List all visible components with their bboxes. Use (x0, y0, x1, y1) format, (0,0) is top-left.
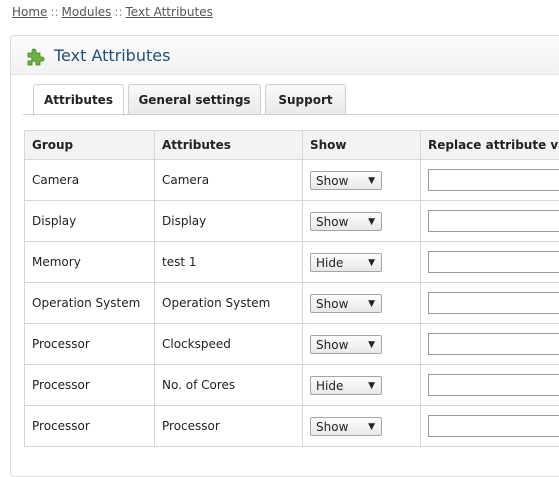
show-select[interactable]: Show ▼ (310, 335, 382, 354)
breadcrumb-home-link[interactable]: Home (12, 5, 47, 19)
tab-attributes[interactable]: Attributes (33, 84, 124, 116)
cell-attribute: Processor (155, 406, 303, 447)
show-select[interactable]: Show ▼ (310, 417, 382, 436)
cell-group: Processor (25, 324, 155, 365)
show-select-value: Show (316, 174, 348, 188)
dropdown-arrow-icon: ▼ (368, 378, 375, 394)
dropdown-arrow-icon: ▼ (368, 419, 375, 435)
table-row: Operation System Operation System Show ▼ (25, 283, 559, 324)
show-select-value: Show (316, 338, 348, 352)
puzzle-icon (25, 46, 45, 66)
table-row: Camera Camera Show ▼ (25, 160, 559, 201)
cell-attribute: Display (155, 201, 303, 242)
breadcrumb: Home::Modules::Text Attributes (12, 5, 213, 19)
replace-value-input[interactable] (428, 374, 559, 396)
table-row: Display Display Show ▼ (25, 201, 559, 242)
breadcrumb-separator: :: (114, 5, 122, 19)
cell-show: Show ▼ (303, 324, 421, 365)
cell-replace (421, 406, 559, 447)
cell-attribute: Camera (155, 160, 303, 201)
cell-group: Processor (25, 406, 155, 447)
column-header-group: Group (25, 131, 155, 160)
breadcrumb-separator: :: (50, 5, 58, 19)
cell-replace (421, 201, 559, 242)
cell-group: Display (25, 201, 155, 242)
column-header-replace: Replace attribute value (421, 131, 559, 160)
cell-show: Show ▼ (303, 283, 421, 324)
cell-group: Processor (25, 365, 155, 406)
replace-value-input[interactable] (428, 333, 559, 355)
cell-replace (421, 283, 559, 324)
table-row: Processor Processor Show ▼ (25, 406, 559, 447)
replace-value-input[interactable] (428, 169, 559, 191)
show-select-value: Show (316, 215, 348, 229)
attributes-table: Group Attributes Show Replace attribute … (24, 130, 559, 447)
cell-replace (421, 365, 559, 406)
cell-attribute: test 1 (155, 242, 303, 283)
replace-value-input[interactable] (428, 210, 559, 232)
cell-replace (421, 324, 559, 365)
cell-replace (421, 242, 559, 283)
show-select-value: Hide (316, 379, 343, 393)
breadcrumb-modules-link[interactable]: Modules (62, 5, 112, 19)
table-row: Processor No. of Cores Hide ▼ (25, 365, 559, 406)
show-select[interactable]: Hide ▼ (310, 376, 382, 395)
tab-support[interactable]: Support (265, 84, 346, 115)
module-panel: Text Attributes Attributes General setti… (10, 35, 559, 477)
column-header-attributes: Attributes (155, 131, 303, 160)
show-select[interactable]: Show ▼ (310, 171, 382, 190)
show-select[interactable]: Hide ▼ (310, 253, 382, 272)
tab-general-settings[interactable]: General settings (128, 84, 261, 115)
replace-value-input[interactable] (428, 292, 559, 314)
cell-attribute: Operation System (155, 283, 303, 324)
cell-replace (421, 160, 559, 201)
show-select-value: Show (316, 420, 348, 434)
cell-show: Show ▼ (303, 406, 421, 447)
replace-value-input[interactable] (428, 251, 559, 273)
breadcrumb-text-attributes-link[interactable]: Text Attributes (126, 5, 213, 19)
show-select-value: Show (316, 297, 348, 311)
table-row: Memory test 1 Hide ▼ (25, 242, 559, 283)
table-row: Processor Clockspeed Show ▼ (25, 324, 559, 365)
dropdown-arrow-icon: ▼ (368, 296, 375, 312)
panel-header: Text Attributes (11, 36, 559, 75)
cell-show: Hide ▼ (303, 242, 421, 283)
replace-value-input[interactable] (428, 415, 559, 437)
column-header-show: Show (303, 131, 421, 160)
show-select-value: Hide (316, 256, 343, 270)
cell-show: Show ▼ (303, 160, 421, 201)
show-select[interactable]: Show ▼ (310, 212, 382, 231)
cell-group: Operation System (25, 283, 155, 324)
table-header-row: Group Attributes Show Replace attribute … (25, 131, 559, 160)
cell-attribute: No. of Cores (155, 365, 303, 406)
dropdown-arrow-icon: ▼ (368, 337, 375, 353)
dropdown-arrow-icon: ▼ (368, 255, 375, 271)
cell-group: Camera (25, 160, 155, 201)
cell-attribute: Clockspeed (155, 324, 303, 365)
dropdown-arrow-icon: ▼ (368, 214, 375, 230)
cell-group: Memory (25, 242, 155, 283)
show-select[interactable]: Show ▼ (310, 294, 382, 313)
page-title: Text Attributes (54, 46, 170, 65)
cell-show: Hide ▼ (303, 365, 421, 406)
cell-show: Show ▼ (303, 201, 421, 242)
tab-divider (23, 114, 559, 115)
dropdown-arrow-icon: ▼ (368, 173, 375, 189)
